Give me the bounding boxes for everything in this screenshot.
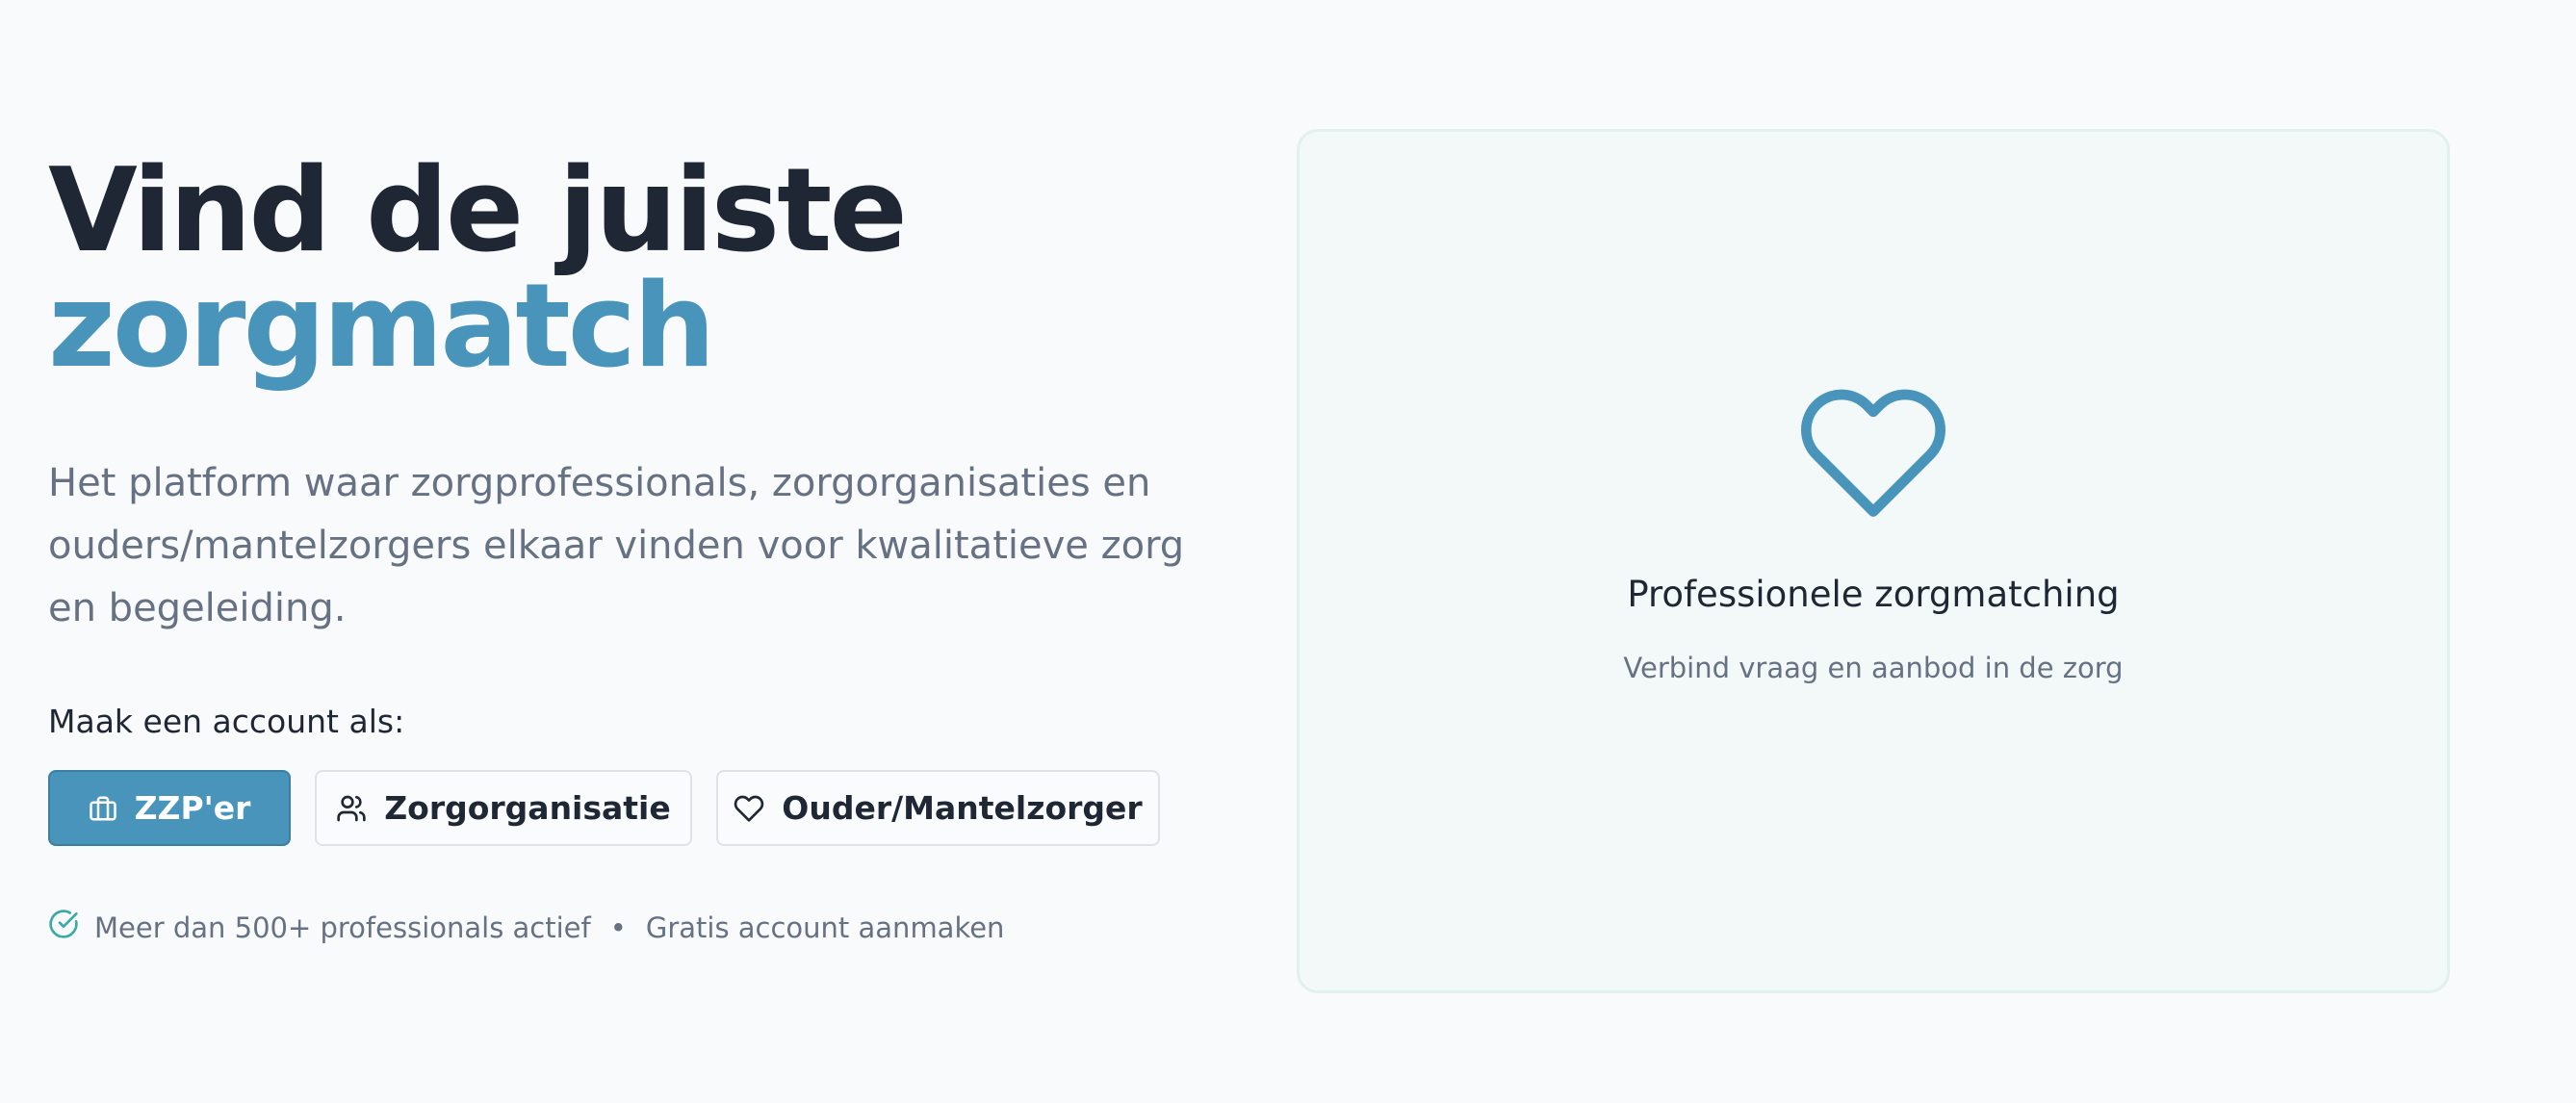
account-type-label: Maak een account als: — [48, 703, 405, 740]
trust-separator: • — [609, 911, 627, 944]
hero-title: Vind de juiste zorgmatch — [48, 154, 1242, 385]
check-circle-icon — [48, 909, 79, 946]
page: Vind de juiste zorgmatch Het platform wa… — [0, 0, 2576, 1103]
role-button-label: Zorgorganisatie — [384, 789, 671, 827]
heart-icon — [734, 793, 764, 824]
briefcase-icon — [89, 794, 117, 823]
role-button-label: Ouder/Mantelzorger — [782, 789, 1143, 827]
trust-text-free-account: Gratis account aanmaken — [645, 911, 1005, 944]
feature-card: Professionele zorgmatching Verbind vraag… — [1297, 129, 2450, 993]
trust-text-professionals: Meer dan 500+ professionals actief — [94, 911, 591, 944]
hero-title-highlight: zorgmatch — [48, 260, 715, 394]
hero-subtitle: Het platform waar zorgprofessionals, zor… — [48, 461, 1185, 630]
hero-section: Vind de juiste zorgmatch Het platform wa… — [48, 154, 1242, 946]
trust-indicator: Meer dan 500+ professionals actief • Gra… — [48, 909, 1242, 946]
hero-title-line1: Vind de juiste — [48, 144, 908, 278]
heart-icon — [1796, 381, 1950, 527]
role-button-ouder-mantelzorger[interactable]: Ouder/Mantelzorger — [716, 770, 1160, 846]
role-button-label: ZZP'er — [134, 789, 251, 827]
card-title: Professionele zorgmatching — [1627, 573, 2120, 615]
users-icon — [336, 793, 367, 824]
role-button-zzp[interactable]: ZZP'er — [48, 770, 291, 846]
role-button-zorgorganisatie[interactable]: Zorgorganisatie — [315, 770, 692, 846]
role-selector: ZZP'er Zorgorganisatie Ouder/Mantelzorge… — [48, 770, 1242, 846]
card-subtitle: Verbind vraag en aanbod in de zorg — [1623, 651, 2124, 684]
